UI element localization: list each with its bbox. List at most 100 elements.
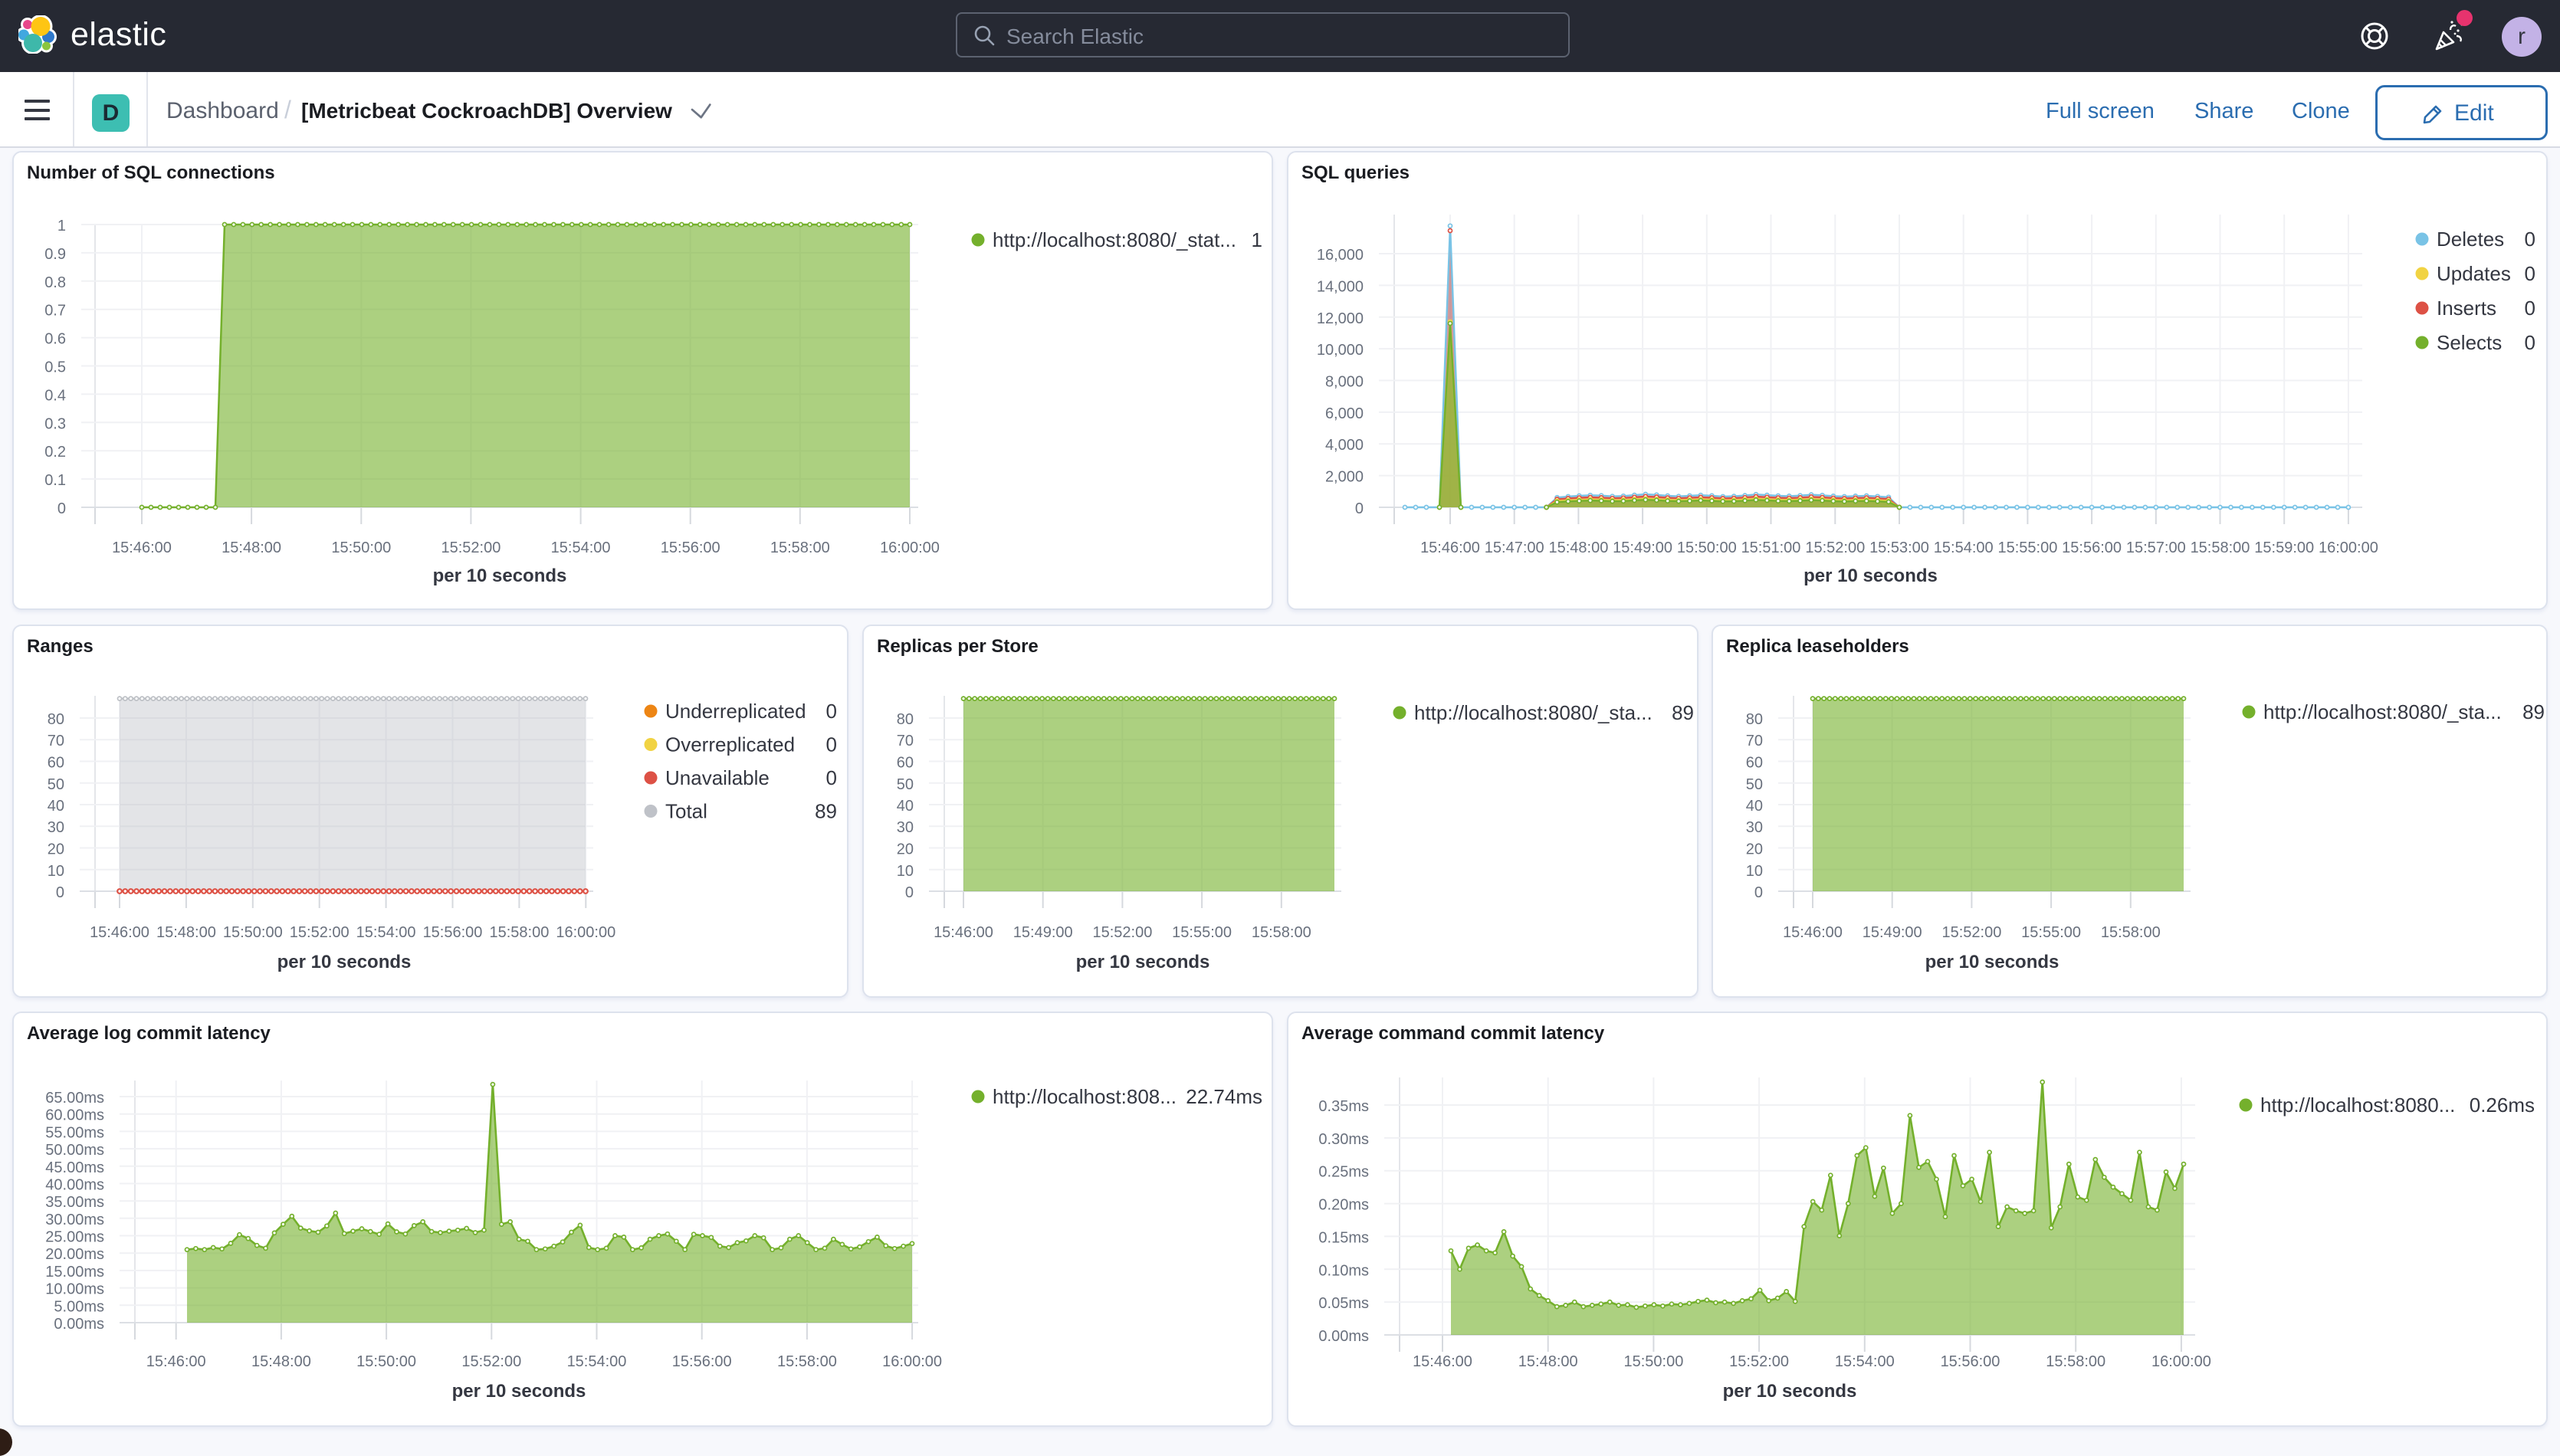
svg-text:0.3: 0.3 — [44, 415, 66, 432]
svg-text:15:56:00: 15:56:00 — [661, 539, 720, 556]
svg-text:15:52:00: 15:52:00 — [290, 924, 350, 941]
svg-text:30: 30 — [1746, 819, 1763, 836]
svg-text:15:46:00: 15:46:00 — [1783, 924, 1843, 941]
svg-text:50: 50 — [897, 776, 914, 793]
svg-text:0.7: 0.7 — [44, 303, 66, 320]
svg-text:15:46:00: 15:46:00 — [146, 1353, 206, 1370]
svg-text:0: 0 — [56, 884, 64, 901]
svg-text:15:58:00: 15:58:00 — [770, 539, 830, 556]
svg-text:60.00ms: 60.00ms — [45, 1107, 104, 1124]
svg-text:20: 20 — [1746, 841, 1763, 858]
svg-text:70: 70 — [48, 733, 64, 749]
svg-text:0.9: 0.9 — [44, 246, 66, 263]
svg-text:Overreplicated: Overreplicated — [665, 733, 795, 756]
svg-text:15:47:00: 15:47:00 — [1485, 539, 1544, 556]
svg-text:12,000: 12,000 — [1317, 310, 1364, 327]
svg-text:15:52:00: 15:52:00 — [1941, 924, 2001, 941]
svg-text:15:56:00: 15:56:00 — [672, 1353, 732, 1370]
svg-text:0.00ms: 0.00ms — [1318, 1328, 1369, 1345]
svg-text:14,000: 14,000 — [1317, 278, 1364, 295]
svg-text:15:58:00: 15:58:00 — [2101, 924, 2161, 941]
svg-text:per 10 seconds: per 10 seconds — [1803, 566, 1938, 586]
svg-text:15:58:00: 15:58:00 — [489, 924, 549, 941]
svg-text:5.00ms: 5.00ms — [54, 1298, 104, 1315]
svg-text:15:50:00: 15:50:00 — [331, 539, 391, 556]
svg-text:15:55:00: 15:55:00 — [1997, 539, 2057, 556]
svg-text:15:56:00: 15:56:00 — [1941, 1353, 2000, 1370]
svg-text:15:46:00: 15:46:00 — [90, 924, 149, 941]
svg-text:15:48:00: 15:48:00 — [222, 539, 281, 556]
svg-text:55.00ms: 55.00ms — [45, 1124, 104, 1141]
svg-text:15:50:00: 15:50:00 — [223, 924, 283, 941]
svg-text:15:50:00: 15:50:00 — [1623, 1353, 1683, 1370]
svg-text:0.20ms: 0.20ms — [1318, 1197, 1369, 1214]
svg-text:Selects: Selects — [2437, 331, 2502, 354]
svg-text:1: 1 — [57, 218, 66, 234]
svg-text:15:48:00: 15:48:00 — [156, 924, 216, 941]
svg-text:15:57:00: 15:57:00 — [2126, 539, 2186, 556]
svg-text:15:46:00: 15:46:00 — [1413, 1353, 1472, 1370]
svg-text:15:46:00: 15:46:00 — [934, 924, 993, 941]
svg-text:70: 70 — [897, 733, 914, 749]
svg-text:10,000: 10,000 — [1317, 342, 1364, 359]
svg-text:65.00ms: 65.00ms — [45, 1090, 104, 1107]
svg-text:89: 89 — [1672, 701, 1694, 724]
svg-text:15:52:00: 15:52:00 — [441, 539, 501, 556]
svg-text:15:48:00: 15:48:00 — [1548, 539, 1608, 556]
svg-text:per 10 seconds: per 10 seconds — [277, 952, 412, 972]
svg-text:10: 10 — [1746, 863, 1763, 880]
svg-text:30: 30 — [897, 819, 914, 836]
svg-text:15:48:00: 15:48:00 — [1518, 1353, 1578, 1370]
svg-text:Inserts: Inserts — [2437, 297, 2496, 320]
svg-text:Total: Total — [665, 800, 707, 823]
svg-text:70: 70 — [1746, 733, 1763, 749]
svg-text:0: 0 — [57, 500, 66, 517]
svg-text:16:00:00: 16:00:00 — [2151, 1353, 2211, 1370]
svg-text:15:55:00: 15:55:00 — [2021, 924, 2081, 941]
svg-text:15:49:00: 15:49:00 — [1863, 924, 1922, 941]
svg-text:15:56:00: 15:56:00 — [423, 924, 483, 941]
svg-text:0: 0 — [1754, 884, 1763, 901]
svg-text:20: 20 — [48, 841, 64, 858]
svg-text:25.00ms: 25.00ms — [45, 1229, 104, 1246]
svg-text:60: 60 — [48, 755, 64, 772]
svg-text:15:54:00: 15:54:00 — [356, 924, 416, 941]
svg-text:15:58:00: 15:58:00 — [777, 1353, 837, 1370]
svg-text:0: 0 — [2525, 262, 2535, 285]
svg-text:16:00:00: 16:00:00 — [2319, 539, 2378, 556]
svg-text:45.00ms: 45.00ms — [45, 1159, 104, 1176]
svg-text:10: 10 — [897, 863, 914, 880]
svg-text:0.30ms: 0.30ms — [1318, 1131, 1369, 1148]
svg-text:http://localhost:8080/_stat...: http://localhost:8080/_stat... — [993, 228, 1236, 251]
svg-text:0: 0 — [826, 700, 837, 723]
svg-text:16:00:00: 16:00:00 — [882, 1353, 942, 1370]
svg-text:0: 0 — [1355, 500, 1364, 517]
svg-text:16,000: 16,000 — [1317, 247, 1364, 264]
svg-text:60: 60 — [1746, 755, 1763, 772]
svg-text:80: 80 — [1746, 711, 1763, 728]
svg-text:Underreplicated: Underreplicated — [665, 700, 806, 723]
svg-text:15:52:00: 15:52:00 — [461, 1353, 521, 1370]
svg-text:15:54:00: 15:54:00 — [567, 1353, 627, 1370]
svg-text:40: 40 — [1746, 798, 1763, 815]
svg-text:15:48:00: 15:48:00 — [251, 1353, 311, 1370]
svg-text:16:00:00: 16:00:00 — [556, 924, 615, 941]
svg-text:0: 0 — [905, 884, 914, 901]
svg-text:15:52:00: 15:52:00 — [1729, 1353, 1789, 1370]
svg-text:15.00ms: 15.00ms — [45, 1264, 104, 1281]
svg-text:0.4: 0.4 — [44, 387, 66, 404]
svg-text:per 10 seconds: per 10 seconds — [1925, 952, 2059, 972]
svg-text:8,000: 8,000 — [1325, 374, 1364, 391]
svg-text:15:52:00: 15:52:00 — [1805, 539, 1865, 556]
svg-text:40: 40 — [897, 798, 914, 815]
svg-text:15:51:00: 15:51:00 — [1741, 539, 1801, 556]
svg-text:80: 80 — [48, 711, 64, 728]
svg-text:50: 50 — [48, 776, 64, 793]
svg-text:1: 1 — [1252, 228, 1262, 251]
svg-text:15:56:00: 15:56:00 — [2062, 539, 2122, 556]
svg-text:0.10ms: 0.10ms — [1318, 1262, 1369, 1279]
svg-text:15:46:00: 15:46:00 — [1420, 539, 1480, 556]
svg-text:20.00ms: 20.00ms — [45, 1246, 104, 1263]
svg-text:Deletes: Deletes — [2437, 228, 2504, 251]
svg-text:89: 89 — [815, 800, 837, 823]
